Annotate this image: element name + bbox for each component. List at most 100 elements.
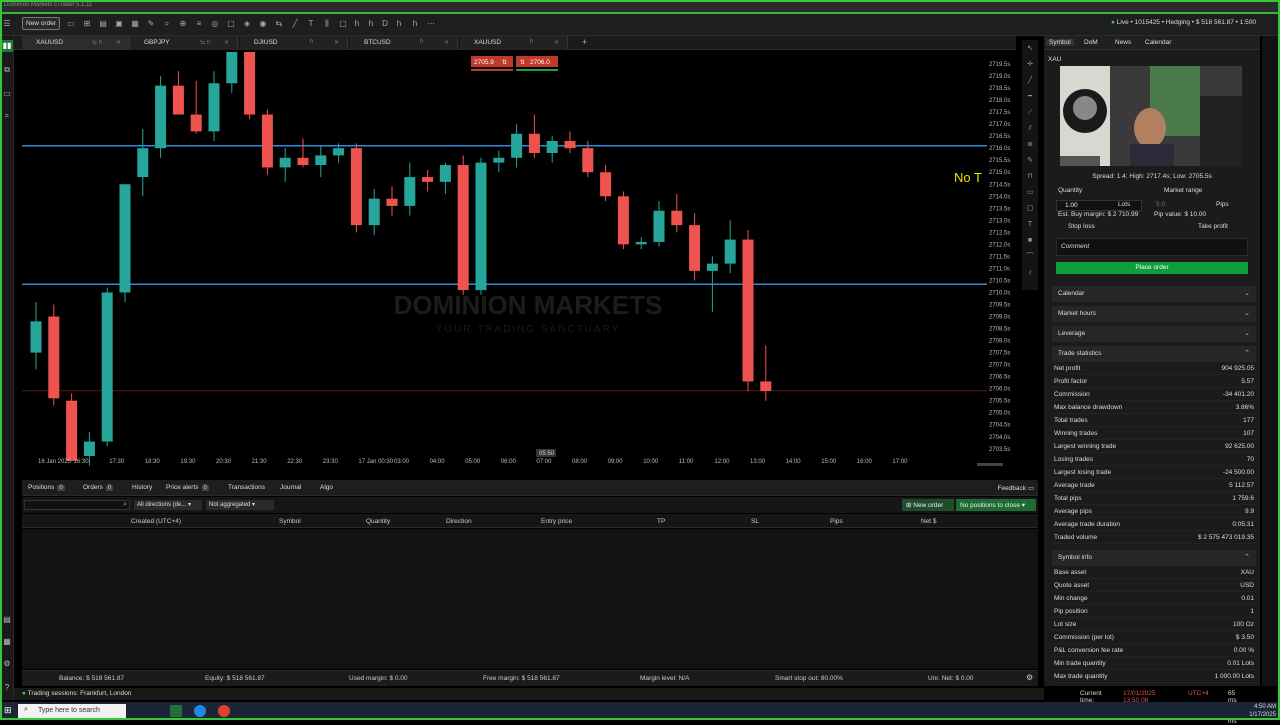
tab-djiusd[interactable]: DJIUSD h ✕ [240,36,348,50]
directions-dropdown[interactable]: All directions (de... ▾ [134,500,202,510]
eye-icon[interactable]: ◉ [258,19,268,29]
help-icon[interactable]: ? [1,682,13,694]
h4-icon[interactable]: h [366,19,376,29]
place-order-button[interactable]: Place order [1056,262,1248,274]
col-direction[interactable]: Direction [446,518,472,525]
drawing-icon[interactable]: ✎ [146,19,156,29]
taskbar-clock[interactable]: 4:50 AM 1/17/2025 [1249,703,1276,719]
doc-icon[interactable]: ▦ [1,636,13,648]
tab-news[interactable]: News [1115,39,1131,46]
start-icon[interactable]: ⊞ [4,705,12,716]
period-icon[interactable]: ⇆ [274,19,284,29]
tab-controls-icon[interactable]: ⇆ h [200,39,210,46]
alert-icon[interactable]: ♪ [1025,268,1035,278]
new-order-small-button[interactable]: ⊞ New order [902,499,954,511]
measure-icon[interactable]: ⊓ [1025,172,1035,182]
text-icon[interactable]: T [306,19,316,29]
chart-scrollbar[interactable] [977,463,1003,466]
account-info[interactable]: ● Live • 1015425 • Hedging • $ 518 561.8… [1111,19,1256,26]
pips-input[interactable]: 5.0 [1156,201,1165,208]
ctrader-taskbar-icon[interactable] [170,705,182,717]
crosshair-icon[interactable]: ✛ [1025,60,1035,70]
note-icon[interactable]: ▢ [1025,204,1035,214]
col-created[interactable]: Created (UTC+4) [131,518,181,525]
tab-controls-icon[interactable]: ⇆ h [92,39,102,46]
m1-icon[interactable]: ▢ [338,19,348,29]
tab-symbol[interactable]: Symbol [1046,39,1074,46]
cursor-icon[interactable]: ↖ [1025,44,1035,54]
tab-controls-icon[interactable]: h [310,39,313,45]
section-leverage[interactable]: Leverage ⌄ [1052,326,1256,342]
close-icon[interactable]: ✕ [334,39,339,46]
tab-dom[interactable]: DoM [1084,39,1098,46]
section-calendar[interactable]: Calendar ⌄ [1052,286,1256,302]
tab-calendar[interactable]: Calendar [1145,39,1171,46]
col-symbol[interactable]: Symbol [279,518,301,525]
hline-icon[interactable]: ━ [1025,92,1035,102]
tab-xauusd-2[interactable]: XAUUSD h ✕ [460,36,568,50]
edge-icon[interactable] [194,705,206,717]
mn-icon[interactable]: h [410,19,420,29]
right-panel-scrollbar[interactable] [1262,36,1280,686]
tab-price-alerts[interactable]: Price alerts 0 [166,484,209,491]
stop-loss-toggle[interactable]: Stop loss [1068,223,1095,230]
chart-svg[interactable]: DOMINION MARKETS YOUR TRADING SANCTUARY … [22,52,1016,468]
col-sl[interactable]: SL [751,518,759,525]
fib-icon[interactable]: ≣ [1025,140,1035,150]
add-tab-icon[interactable]: + [582,37,587,47]
shape-icon[interactable]: ■ [1025,236,1035,246]
layout-icon[interactable]: ▤ [98,19,108,29]
settings-icon[interactable]: ⚙ [1,658,13,670]
pen-icon[interactable]: ✎ [1025,156,1035,166]
col-pips[interactable]: Pips [830,518,843,525]
crosshair-icon[interactable]: ⊕ [178,19,188,29]
objects-icon[interactable]: ◈ [242,19,252,29]
zoom-icon[interactable]: ⌕ [162,19,172,29]
chart-type-icon[interactable]: ▭ [66,19,76,29]
positions-search-input[interactable]: ⌕ [24,500,130,510]
close-icon[interactable]: ✕ [224,39,229,46]
comment-input[interactable]: Comment [1056,238,1248,256]
tab-positions[interactable]: Positions 0 [28,484,65,491]
tab-transactions[interactable]: Transactions [228,484,265,491]
bars-icon[interactable]: ⫼ [322,19,332,29]
more-icon[interactable]: ⋯ [426,19,436,29]
chrome-icon[interactable] [218,705,230,717]
section-market-hours[interactable]: Market hours ⌄ [1052,306,1256,322]
tab-controls-icon[interactable]: h [530,39,533,45]
aggregation-dropdown[interactable]: Not aggregated ▾ [206,500,274,510]
comment-icon[interactable]: ▭ [1025,188,1035,198]
col-entry-price[interactable]: Entry price [541,518,572,525]
grid-icon[interactable]: ▦ [130,19,140,29]
multi-chart-icon[interactable]: ▣ [114,19,124,29]
template-icon[interactable]: ▢ [226,19,236,29]
link-icon[interactable]: ⌒ [1025,252,1035,262]
tab-orders[interactable]: Orders 0 [83,484,114,491]
section-symbol-info[interactable]: Symbol info ⌃ [1052,550,1256,566]
notes-icon[interactable]: ▤ [1,614,13,626]
indicators-icon[interactable]: ≡ [194,19,204,29]
market-range-toggle[interactable]: Market range [1164,187,1202,194]
tab-gbpjpy[interactable]: GBPJPY ⇆ h ✕ [130,36,238,50]
timeframe-icon[interactable]: ⊞ [82,19,92,29]
lines-icon[interactable]: ╱ [290,19,300,29]
close-positions-button[interactable]: No positions to close ▾ [956,499,1036,511]
close-icon[interactable]: ✕ [116,39,121,46]
automate-icon[interactable]: ▭ [1,88,13,100]
close-icon[interactable]: ✕ [554,39,559,46]
text-tool-icon[interactable]: T [1025,220,1035,230]
tab-journal[interactable]: Journal [280,484,301,491]
w1-icon[interactable]: h [394,19,404,29]
col-tp[interactable]: TP [657,518,665,525]
new-order-button[interactable]: New order [22,17,60,30]
trendline-icon[interactable]: ╱ [1025,76,1035,86]
analyze-icon[interactable]: ⌕ [1,110,13,122]
tab-history[interactable]: History [132,484,152,491]
tab-algo[interactable]: Algo [320,484,333,491]
col-net[interactable]: Net $ [921,518,937,525]
trade-icon[interactable]: ▮▮ [1,40,13,52]
ray-icon[interactable]: ⟋ [1025,108,1035,118]
take-profit-toggle[interactable]: Take profit [1198,223,1228,230]
h1-icon[interactable]: h [352,19,362,29]
channel-icon[interactable]: ⫽ [1025,124,1035,134]
